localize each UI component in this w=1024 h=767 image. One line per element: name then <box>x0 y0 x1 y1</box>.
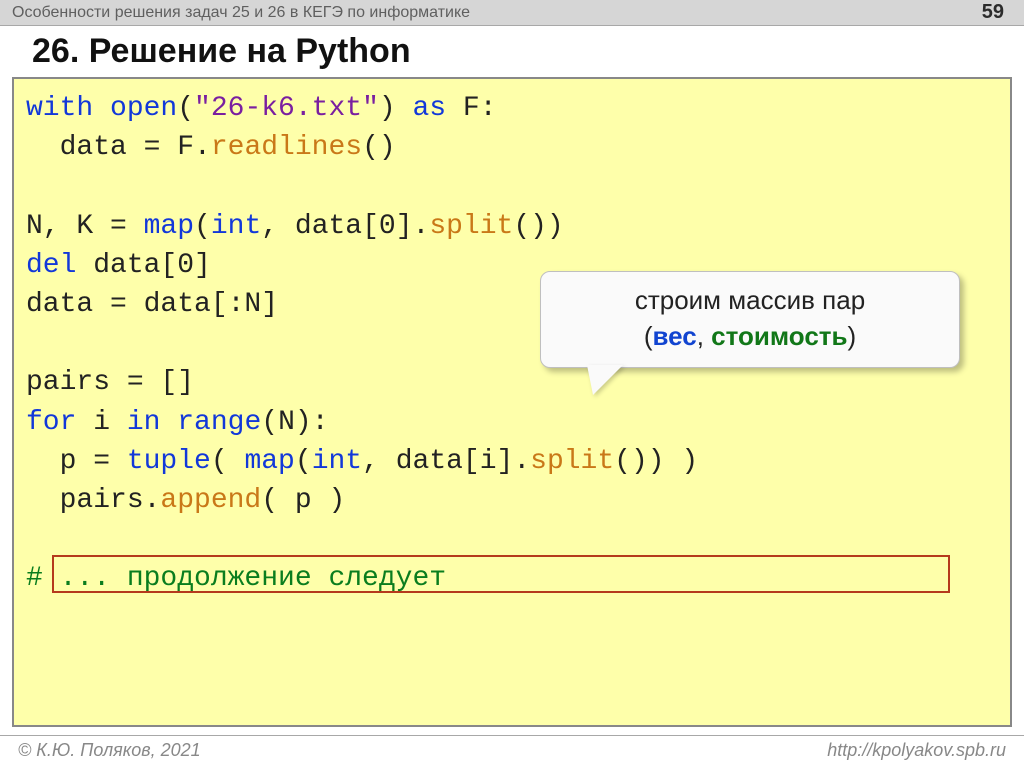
code-block: with open("26-k6.txt") as F: data = F.re… <box>12 77 1012 727</box>
callout-line2: (вес, стоимость) <box>555 318 945 354</box>
callout-line1: строим массив пар <box>555 282 945 318</box>
slide-header: Особенности решения задач 25 и 26 в КЕГЭ… <box>0 0 1024 26</box>
code-blank-line <box>26 167 998 206</box>
code-line: for i in range(N): <box>26 403 998 442</box>
code-line: pairs = [] <box>26 363 998 402</box>
header-title: Особенности решения задач 25 и 26 в КЕГЭ… <box>12 4 470 22</box>
code-line: p = tuple( map(int, data[i].split()) ) <box>26 442 998 481</box>
code-line: pairs.append( p ) <box>26 481 998 520</box>
page-number: 59 <box>982 1 1004 24</box>
code-line: with open("26-k6.txt") as F: <box>26 89 998 128</box>
code-blank-line <box>26 520 998 559</box>
code-line: data = F.readlines() <box>26 128 998 167</box>
slide-title: 26. Решение на Python <box>0 26 1024 77</box>
footer-copyright: © К.Ю. Поляков, 2021 <box>18 740 201 761</box>
code-comment-line: # ... продолжение следует <box>26 559 998 598</box>
callout-bubble: строим массив пар (вес, стоимость) <box>540 271 960 368</box>
code-line: N, K = map(int, data[0].split()) <box>26 207 998 246</box>
footer-url: http://kpolyakov.spb.ru <box>827 740 1006 761</box>
slide-footer: © К.Ю. Поляков, 2021 http://kpolyakov.sp… <box>0 735 1024 767</box>
